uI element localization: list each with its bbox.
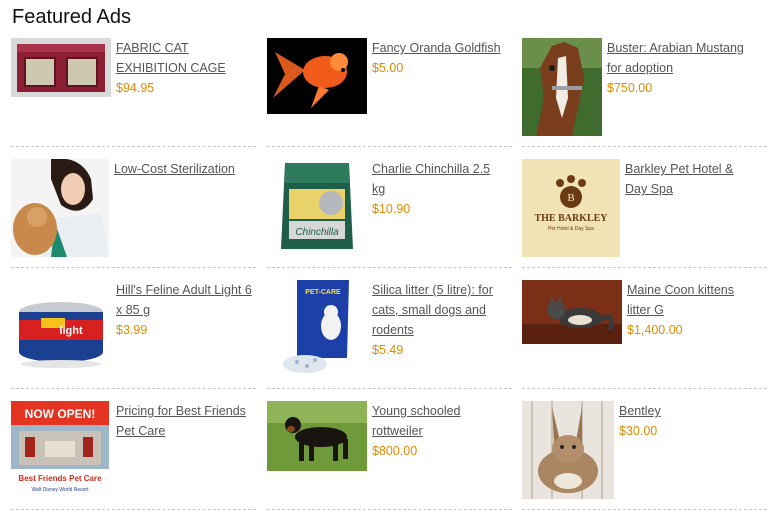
ad-price: $1,400.00: [627, 323, 683, 337]
ad-price: $800.00: [372, 444, 418, 458]
chinchilla-brand-text: Chinchilla: [295, 227, 339, 238]
row-separator: [267, 146, 512, 147]
row-separator: [267, 388, 512, 389]
ad-title-link[interactable]: Buster: Arabian Mustang for adoption: [607, 38, 752, 78]
row-separator: [11, 509, 256, 510]
cat-food-can-image[interactable]: light: [11, 280, 111, 378]
litter-brand-text: PET-CARE: [305, 289, 341, 296]
best-friends-text: Best Friends Pet Care: [18, 474, 102, 483]
ad-title-link[interactable]: Pricing for Best Friends Pet Care: [116, 401, 246, 441]
svg-text:B: B: [567, 192, 574, 204]
ad-title-link[interactable]: Charlie Chinchilla 2.5 kg: [372, 159, 502, 199]
ad-title-link[interactable]: Hill's Feline Adult Light 6 x 85 g: [116, 280, 256, 320]
ad-price: $10.90: [372, 202, 411, 216]
row-separator: [267, 267, 512, 268]
ad-title-link[interactable]: Bentley: [619, 401, 749, 421]
ad-title-link[interactable]: FABRIC CAT EXHIBITION CAGE: [116, 38, 256, 78]
rottweiler-image[interactable]: [267, 401, 367, 471]
ad-price: $750.00: [607, 81, 653, 95]
row-separator: [267, 509, 512, 510]
ad-title-link[interactable]: Barkley Pet Hotel & Day Spa: [625, 159, 755, 199]
maine-coon-image[interactable]: [522, 280, 622, 344]
featured-ads-heading: Featured Ads: [12, 6, 131, 28]
cat-food-brand-text: light: [59, 325, 83, 337]
ad-price: $94.95: [116, 81, 155, 95]
barkley-logo-image[interactable]: B THE BARKLEY Pet Hotel & Day Spa: [522, 159, 620, 257]
litter-bag-image[interactable]: PET-CARE: [267, 280, 367, 378]
rabbit-image[interactable]: [522, 401, 614, 499]
ad-title-link[interactable]: Young schooled rottweiler: [372, 401, 502, 441]
chinchilla-food-bag-image[interactable]: Chinchilla: [267, 159, 367, 257]
row-separator: [522, 267, 767, 268]
ad-price: $5.49: [372, 343, 404, 357]
ad-title-link[interactable]: Silica litter (5 litre): for cats, small…: [372, 280, 512, 340]
now-open-text: NOW OPEN!: [25, 407, 96, 421]
horse-image[interactable]: [522, 38, 602, 136]
ad-price: $30.00: [619, 424, 658, 438]
ad-price: $3.99: [116, 323, 148, 337]
ad-title-link[interactable]: Maine Coon kittens litter G: [627, 280, 757, 320]
row-separator: [522, 146, 767, 147]
resort-text: Walt Disney World Resort: [32, 487, 90, 493]
vet-with-dog-image[interactable]: [11, 159, 109, 257]
cat-cage-image[interactable]: [11, 38, 111, 97]
row-separator: [11, 388, 256, 389]
ad-title-link[interactable]: Fancy Oranda Goldfish: [372, 38, 517, 58]
goldfish-image[interactable]: [267, 38, 367, 114]
row-separator: [522, 388, 767, 389]
ad-title-link[interactable]: Low-Cost Sterilization: [114, 159, 254, 179]
row-separator: [522, 509, 767, 510]
row-separator: [11, 267, 256, 268]
best-friends-sign-image[interactable]: NOW OPEN! Best Friends Pet Care Walt Dis…: [11, 401, 109, 499]
ad-price: $5.00: [372, 61, 404, 75]
row-separator: [11, 146, 256, 147]
barkley-name-text: THE BARKLEY: [534, 213, 608, 224]
barkley-sub-text: Pet Hotel & Day Spa: [548, 226, 594, 232]
